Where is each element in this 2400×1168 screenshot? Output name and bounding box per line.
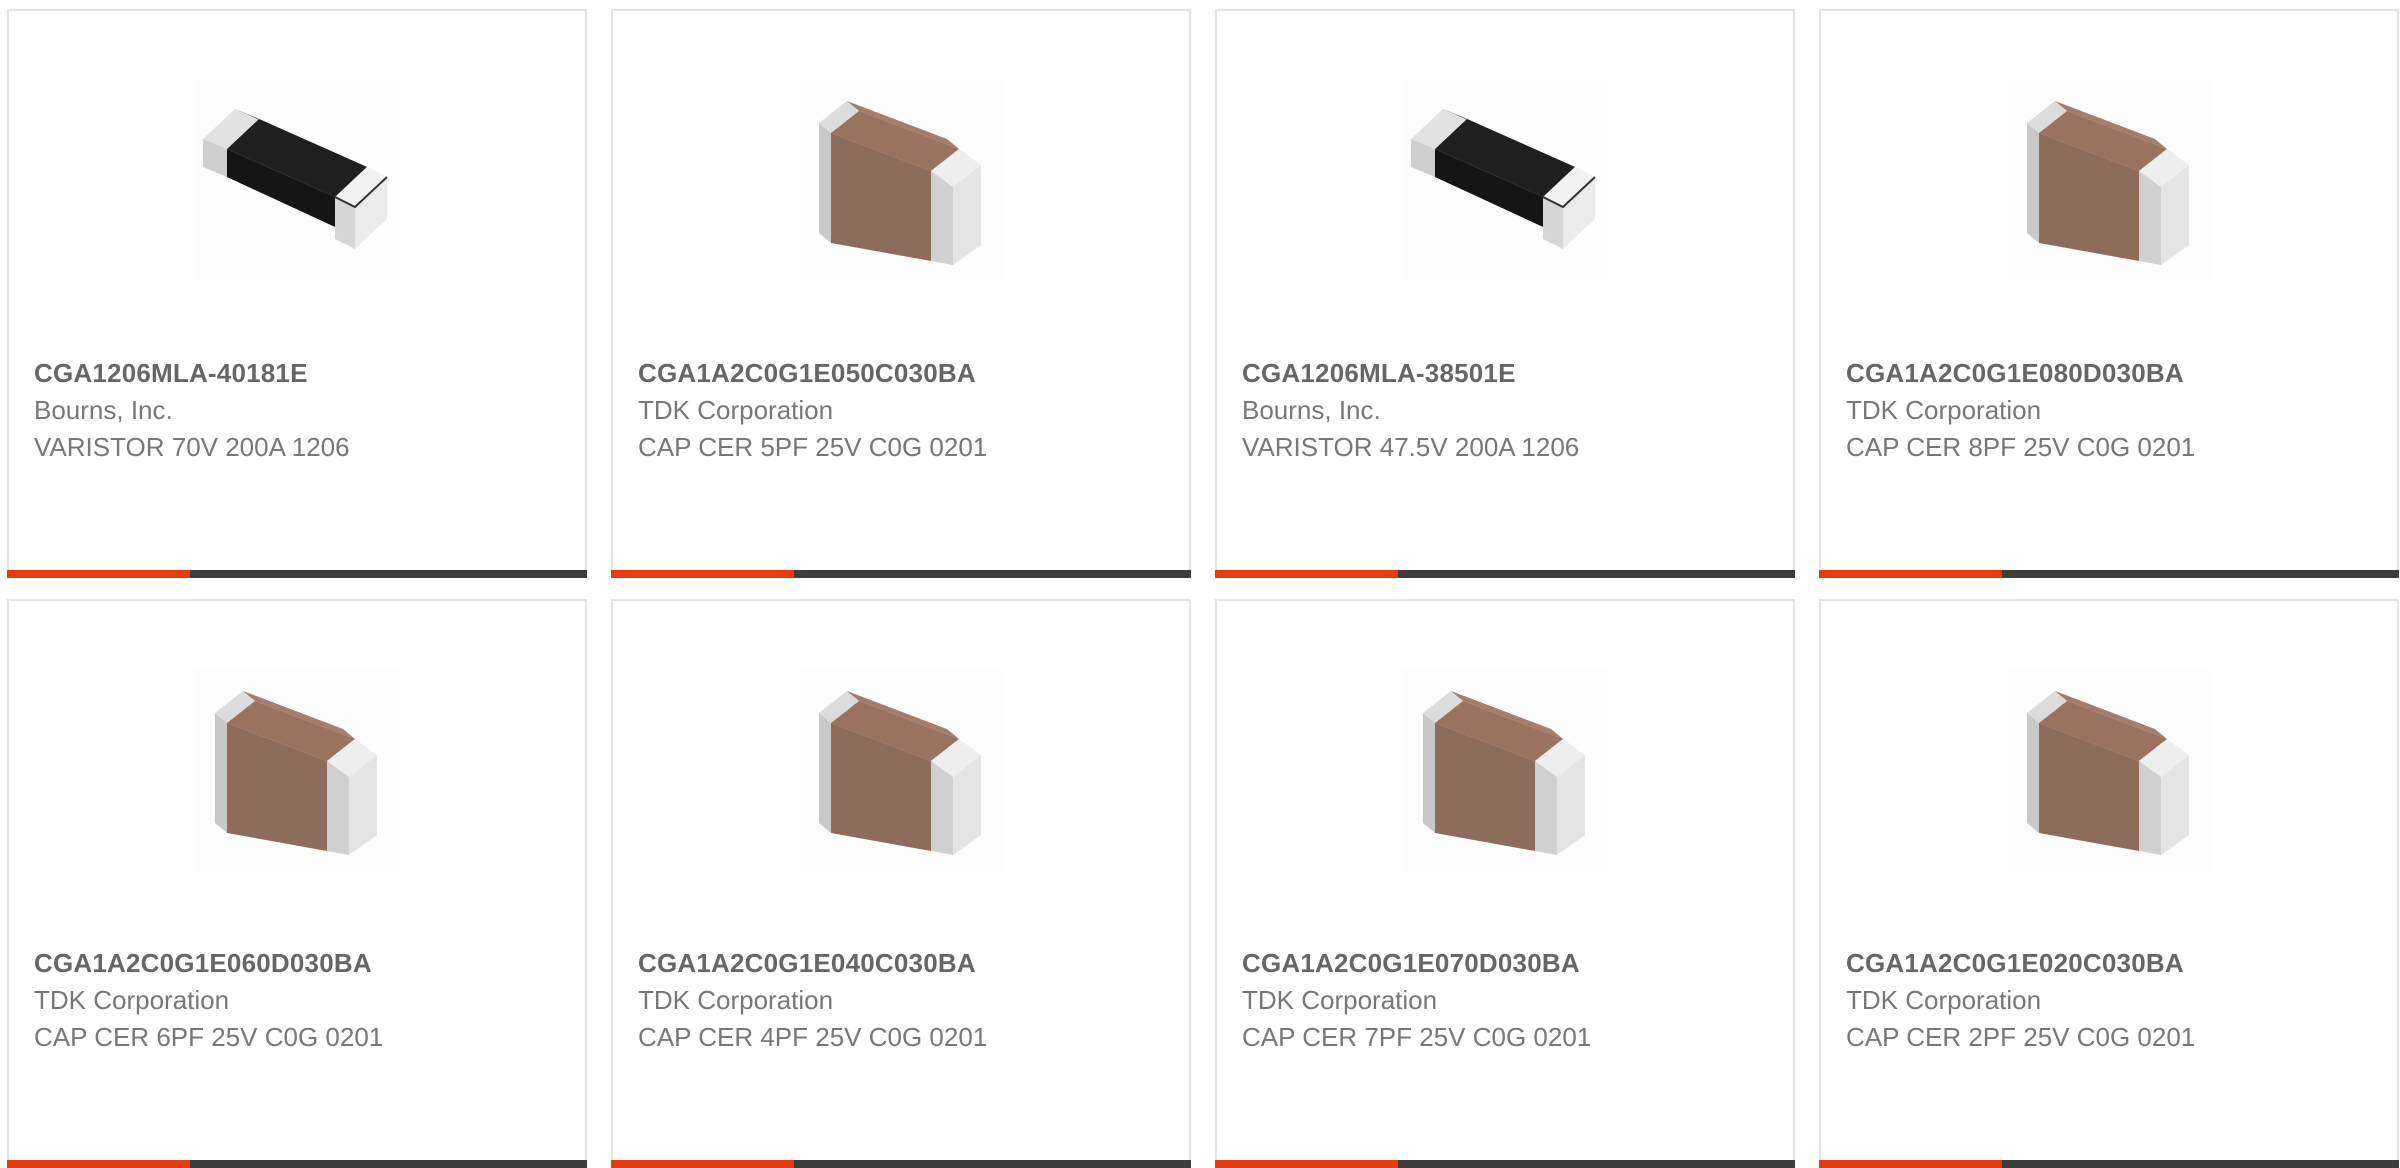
product-card[interactable]: CGA1206MLA-38501E Bourns, Inc. VARISTOR … — [1215, 9, 1795, 578]
varistor-chip-icon — [203, 109, 388, 249]
product-description: CAP CER 2PF 25V C0G 0201 — [1846, 1022, 2196, 1052]
product-image[interactable] — [799, 669, 1003, 871]
product-image[interactable] — [2007, 669, 2211, 871]
product-part-number[interactable]: CGA1A2C0G1E080D030BA — [1846, 355, 2387, 392]
product-card[interactable]: CGA1A2C0G1E060D030BA TDK Corporation CAP… — [7, 599, 587, 1168]
product-card[interactable]: CGA1A2C0G1E050C030BA TDK Corporation CAP… — [611, 9, 1191, 578]
product-card[interactable]: CGA1206MLA-40181E Bourns, Inc. VARISTOR … — [7, 9, 587, 578]
card-bottom-bar — [611, 570, 1191, 578]
product-manufacturer: Bourns, Inc. — [34, 395, 173, 425]
product-description: VARISTOR 70V 200A 1206 — [34, 432, 350, 462]
ceramic-capacitor-icon — [1423, 691, 1585, 855]
product-part-number[interactable]: CGA1A2C0G1E060D030BA — [34, 945, 575, 982]
product-image[interactable] — [195, 669, 399, 871]
varistor-chip-icon — [1411, 109, 1596, 249]
product-part-number[interactable]: CGA1206MLA-38501E — [1242, 355, 1783, 392]
product-description: CAP CER 7PF 25V C0G 0201 — [1242, 1022, 1592, 1052]
product-description: CAP CER 5PF 25V C0G 0201 — [638, 432, 988, 462]
product-image[interactable] — [195, 79, 399, 281]
product-info: CGA1A2C0G1E060D030BA TDK Corporation CAP… — [34, 945, 575, 1056]
product-card[interactable]: CGA1A2C0G1E080D030BA TDK Corporation CAP… — [1819, 9, 2399, 578]
product-manufacturer: TDK Corporation — [1242, 985, 1438, 1015]
card-bottom-bar — [1819, 570, 2399, 578]
product-manufacturer: TDK Corporation — [1846, 985, 2042, 1015]
product-description: CAP CER 4PF 25V C0G 0201 — [638, 1022, 988, 1052]
product-info: CGA1A2C0G1E070D030BA TDK Corporation CAP… — [1242, 945, 1783, 1056]
product-info: CGA1A2C0G1E040C030BA TDK Corporation CAP… — [638, 945, 1179, 1056]
product-description: CAP CER 8PF 25V C0G 0201 — [1846, 432, 2196, 462]
card-bottom-bar — [7, 570, 587, 578]
product-description: CAP CER 6PF 25V C0G 0201 — [34, 1022, 384, 1052]
product-card[interactable]: CGA1A2C0G1E040C030BA TDK Corporation CAP… — [611, 599, 1191, 1168]
product-part-number[interactable]: CGA1A2C0G1E020C030BA — [1846, 945, 2387, 982]
product-manufacturer: TDK Corporation — [638, 985, 834, 1015]
product-info: CGA1A2C0G1E080D030BA TDK Corporation CAP… — [1846, 355, 2387, 466]
product-card[interactable]: CGA1A2C0G1E020C030BA TDK Corporation CAP… — [1819, 599, 2399, 1168]
ceramic-capacitor-icon — [2027, 691, 2189, 855]
ceramic-capacitor-icon — [2027, 101, 2189, 265]
card-accent-bar — [1819, 570, 2002, 578]
product-image[interactable] — [799, 79, 1003, 281]
product-part-number[interactable]: CGA1A2C0G1E070D030BA — [1242, 945, 1783, 982]
product-part-number[interactable]: CGA1A2C0G1E040C030BA — [638, 945, 1179, 982]
card-bottom-bar — [1215, 570, 1795, 578]
product-part-number[interactable]: CGA1A2C0G1E050C030BA — [638, 355, 1179, 392]
product-part-number[interactable]: CGA1206MLA-40181E — [34, 355, 575, 392]
card-accent-bar — [7, 570, 190, 578]
product-image[interactable] — [1403, 669, 1607, 871]
card-accent-bar — [1215, 570, 1398, 578]
ceramic-capacitor-icon — [819, 691, 981, 855]
product-info: CGA1A2C0G1E020C030BA TDK Corporation CAP… — [1846, 945, 2387, 1056]
product-manufacturer: TDK Corporation — [638, 395, 834, 425]
product-grid: CGA1206MLA-40181E Bourns, Inc. VARISTOR … — [7, 9, 2400, 1168]
product-image[interactable] — [2007, 79, 2211, 281]
product-manufacturer: TDK Corporation — [34, 985, 230, 1015]
card-accent-bar — [611, 570, 794, 578]
product-info: CGA1206MLA-40181E Bourns, Inc. VARISTOR … — [34, 355, 575, 466]
product-manufacturer: Bourns, Inc. — [1242, 395, 1381, 425]
product-manufacturer: TDK Corporation — [1846, 395, 2042, 425]
product-info: CGA1A2C0G1E050C030BA TDK Corporation CAP… — [638, 355, 1179, 466]
product-info: CGA1206MLA-38501E Bourns, Inc. VARISTOR … — [1242, 355, 1783, 466]
product-image[interactable] — [1403, 79, 1607, 281]
ceramic-capacitor-icon — [819, 101, 981, 265]
product-card[interactable]: CGA1A2C0G1E070D030BA TDK Corporation CAP… — [1215, 599, 1795, 1168]
ceramic-capacitor-icon — [215, 691, 377, 855]
product-description: VARISTOR 47.5V 200A 1206 — [1242, 432, 1580, 462]
